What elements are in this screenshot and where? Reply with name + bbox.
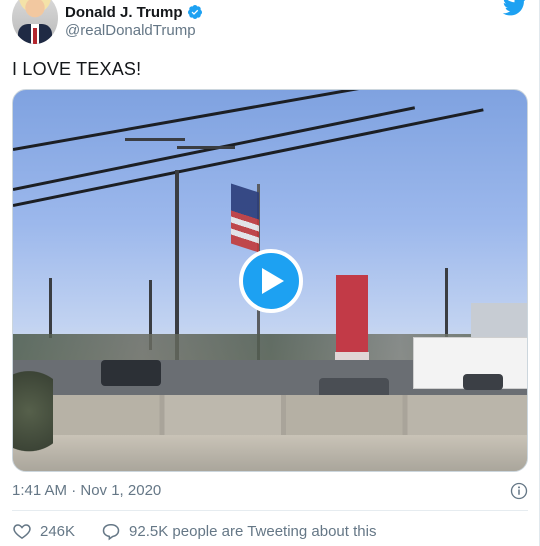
play-icon: [262, 268, 284, 294]
ground: [13, 435, 527, 471]
business-sign: [336, 275, 368, 353]
play-button[interactable]: [239, 249, 303, 313]
street-lamp-arm: [125, 138, 185, 141]
car: [463, 374, 503, 390]
tweet-text: I LOVE TEXAS!: [12, 59, 142, 79]
verified-badge-icon: [187, 5, 202, 19]
tweet-timestamp[interactable]: 1:41 AM · Nov 1, 2020: [12, 482, 161, 499]
avatar[interactable]: [12, 0, 58, 44]
like-count: 246K: [40, 522, 76, 540]
shrub: [13, 370, 53, 471]
tweeting-about-text: 92.5K people are Tweeting about this: [129, 522, 377, 540]
author-handle[interactable]: @realDonaldTrump: [65, 22, 196, 39]
concrete-barrier: [43, 395, 527, 437]
utility-pole: [49, 278, 52, 338]
tweet-card: Donald J. Trump @realDonaldTrump I LOVE …: [0, 0, 540, 546]
tweet-video[interactable]: [12, 89, 528, 472]
street-lamp-arm: [177, 146, 235, 149]
conversation-link[interactable]: 92.5K people are Tweeting about this: [101, 521, 376, 541]
avatar-tie: [33, 28, 37, 44]
american-flag: [231, 183, 259, 253]
speech-bubble-icon: [102, 524, 120, 541]
info-icon[interactable]: [510, 482, 528, 500]
like-button[interactable]: 246K: [12, 521, 75, 541]
pickup-truck: [101, 360, 161, 386]
heart-icon: [13, 524, 31, 539]
tweet-actions: 246K 92.5K people are Tweeting about thi…: [12, 520, 376, 542]
author-display-name[interactable]: Donald J. Trump: [65, 4, 183, 21]
twitter-bird-icon[interactable]: [502, 0, 528, 18]
divider: [12, 510, 528, 511]
author-name-row[interactable]: Donald J. Trump: [65, 3, 203, 21]
